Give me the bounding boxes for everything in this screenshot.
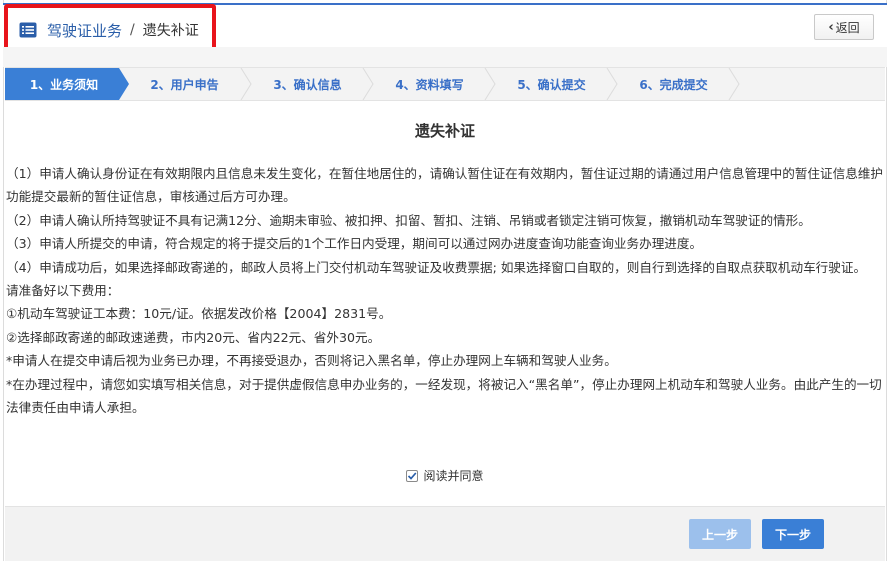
step-3-confirm-info: 3、确认信息 xyxy=(273,77,342,92)
warning-note-1: *申请人在提交申请后视为业务已办理，不再接受退办，否则将记入黑名单，停止办理网上… xyxy=(6,353,617,369)
chevron-left-icon: ‹ xyxy=(828,19,834,35)
page-header: 驾驶证业务 / 遗失补证 ‹ 返回 xyxy=(3,3,887,47)
fee-item-1: ①机动车驾驶证工本费：10元/证。依据发改价格【2004】2831号。 xyxy=(6,306,392,322)
fee-heading: 请准备好以下费用： xyxy=(6,283,120,299)
step-5-confirm-submit: 5、确认提交 xyxy=(517,77,586,92)
agree-row: 阅读并同意 xyxy=(0,467,890,484)
back-button[interactable]: ‹ 返回 xyxy=(814,14,874,40)
step-2-user-declaration: 2、用户申告 xyxy=(150,77,219,92)
back-button-label: 返回 xyxy=(835,20,860,35)
step-6-complete-submit: 6、完成提交 xyxy=(639,77,708,92)
notice-paragraph-3: （3）申请人所提交的申请，符合规定的将于提交后的1个工作日内受理，期间可以通过网… xyxy=(6,236,703,252)
step-4-fill-materials: 4、资料填写 xyxy=(395,77,464,92)
breadcrumb-current: 遗失补证 xyxy=(142,23,199,39)
breadcrumb-driver-license-business[interactable]: 驾驶证业务 xyxy=(47,20,122,41)
agree-label[interactable]: 阅读并同意 xyxy=(423,467,483,484)
warning-note-2: *在办理过程中，请您如实填写相关信息，对于提供虚假信息申办业务的，一经发现，将被… xyxy=(6,376,882,416)
notice-paragraph-1: （1）申请人确认身份证在有效期限内且信息未发生变化，在暂住地居住的，请确认暂住证… xyxy=(6,166,883,205)
breadcrumb-separator: / xyxy=(130,22,135,38)
step-progress-bar: 1、业务须知 2、用户申告 3、确认信息 4、资料填写 5、确认提交 6、完成提… xyxy=(5,67,885,101)
footer-bar: 上一步 下一步 xyxy=(5,506,885,561)
step-1-business-notice: 1、业务须知 xyxy=(29,77,99,92)
agree-checkbox[interactable] xyxy=(406,469,419,482)
next-step-button[interactable]: 下一步 xyxy=(762,519,824,549)
breadcrumb: 驾驶证业务 / 遗失补证 xyxy=(19,18,199,42)
list-icon xyxy=(19,22,37,38)
page-title: 遗失补证 xyxy=(414,122,475,140)
notice-paragraph-2: （2）申请人确认所持驾驶证不具有记满12分、逾期未审验、被扣押、扣留、暂扣、注销… xyxy=(6,212,811,228)
page: 驾驶证业务 / 遗失补证 ‹ 返回 1、业务须知 2、用户申告 3、确认信息 4… xyxy=(0,0,890,561)
previous-step-button[interactable]: 上一步 xyxy=(689,519,751,549)
fee-item-2: ②选择邮政寄递的邮政速递费，市内20元、省内22元、省外30元。 xyxy=(6,329,381,345)
notice-content: （1）申请人确认身份证在有效期限内且信息未发生变化，在暂住地居住的，请确认暂住证… xyxy=(6,162,884,419)
checkmark-icon xyxy=(408,471,417,480)
header-spacer xyxy=(3,47,887,67)
notice-paragraph-4: （4）申请成功后，如果选择邮政寄递的，邮政人员将上门交付机动车驾驶证及收费票据;… xyxy=(6,259,867,275)
